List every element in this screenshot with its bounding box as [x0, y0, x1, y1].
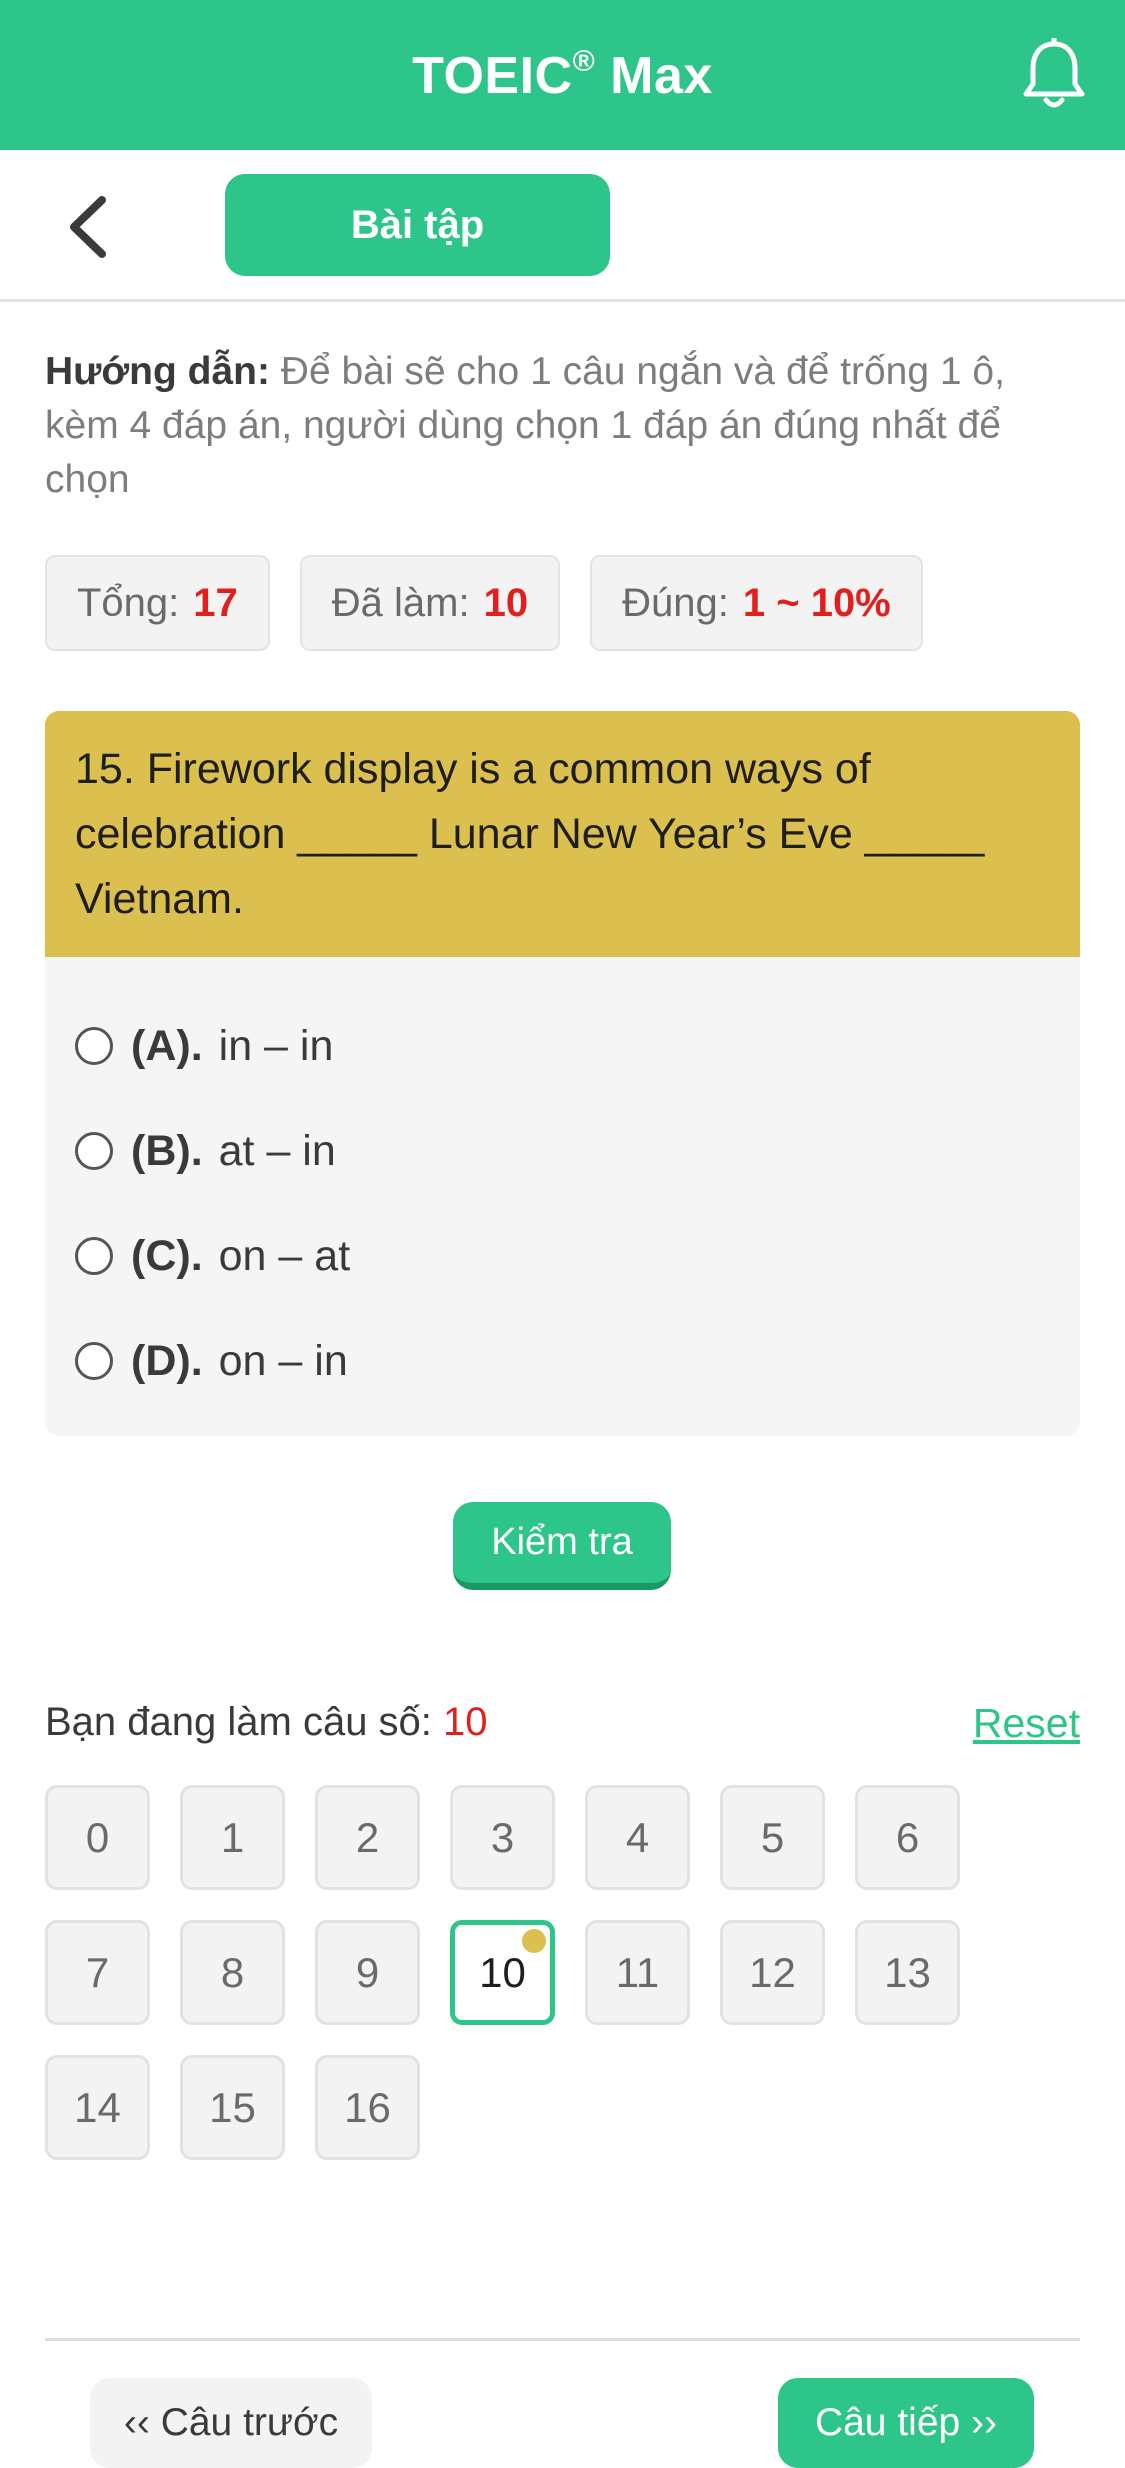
- option-c[interactable]: (C). on – at: [75, 1226, 350, 1286]
- question-cell[interactable]: 16: [315, 2055, 420, 2160]
- question-cell[interactable]: 8: [180, 1920, 285, 2025]
- question-cell[interactable]: 5: [720, 1785, 825, 1890]
- app-title: TOEIC® Max: [412, 44, 713, 105]
- question-cell[interactable]: 13: [855, 1920, 960, 2025]
- question-cell-active[interactable]: 10: [450, 1920, 555, 2025]
- stat-total: Tổng: 17: [45, 555, 270, 651]
- radio-icon[interactable]: [75, 1237, 113, 1275]
- tab-exercises[interactable]: Bài tập: [225, 174, 610, 276]
- question-cell[interactable]: 12: [720, 1920, 825, 2025]
- next-button[interactable]: Câu tiếp ››: [778, 2378, 1034, 2468]
- reset-link[interactable]: Reset: [973, 1700, 1080, 1747]
- question-cell[interactable]: 9: [315, 1920, 420, 2025]
- divider: [45, 2338, 1080, 2341]
- question-cell[interactable]: 15: [180, 2055, 285, 2160]
- question-text: 15. Firework display is a common ways of…: [45, 711, 1080, 957]
- option-a[interactable]: (A). in – in: [75, 1016, 333, 1076]
- bell-icon[interactable]: [1019, 38, 1089, 112]
- stats-row: Tổng: 17 Đã làm: 10 Đúng: 1 ~ 10%: [45, 555, 923, 651]
- question-cell[interactable]: 11: [585, 1920, 690, 2025]
- question-cell[interactable]: 1: [180, 1785, 285, 1890]
- instructions: Hướng dẫn: Để bài sẽ cho 1 câu ngắn và đ…: [45, 350, 1005, 501]
- question-cell[interactable]: 0: [45, 1785, 150, 1890]
- status-dot: [522, 1929, 546, 1953]
- stat-correct: Đúng: 1 ~ 10%: [590, 555, 923, 651]
- question-cell[interactable]: 7: [45, 1920, 150, 2025]
- app-header: TOEIC® Max: [0, 0, 1125, 150]
- radio-icon[interactable]: [75, 1342, 113, 1380]
- radio-icon[interactable]: [75, 1132, 113, 1170]
- question-cell[interactable]: 6: [855, 1785, 960, 1890]
- question-cell[interactable]: 3: [450, 1785, 555, 1890]
- stat-done: Đã làm: 10: [299, 555, 561, 651]
- question-cell[interactable]: 2: [315, 1785, 420, 1890]
- previous-button[interactable]: ‹‹ Câu trước: [90, 2378, 372, 2468]
- question-card: 15. Firework display is a common ways of…: [45, 711, 1080, 1436]
- question-cell[interactable]: 14: [45, 2055, 150, 2160]
- sub-navigation: Bài tập: [0, 150, 1125, 302]
- current-question-label: Bạn đang làm câu số: 10: [45, 1700, 488, 1744]
- check-button[interactable]: Kiểm tra: [453, 1502, 671, 1590]
- chevron-left-icon[interactable]: [60, 192, 120, 262]
- radio-icon[interactable]: [75, 1027, 113, 1065]
- option-d[interactable]: (D). on – in: [75, 1331, 348, 1391]
- option-b[interactable]: (B). at – in: [75, 1121, 336, 1181]
- question-cell[interactable]: 4: [585, 1785, 690, 1890]
